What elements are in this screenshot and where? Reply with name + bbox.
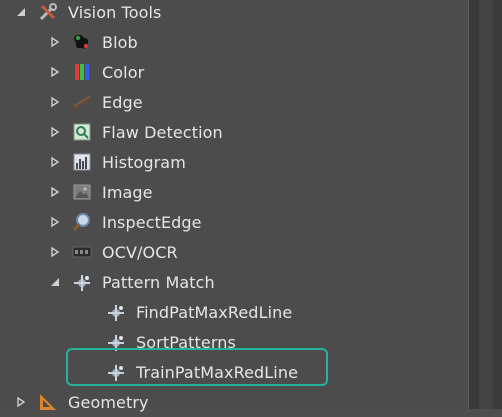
- tree-item-label: Color: [102, 62, 145, 82]
- tree-item-edge[interactable]: Edge: [48, 87, 143, 117]
- color-bars-icon: [72, 62, 92, 82]
- blob-icon: [72, 32, 92, 52]
- histogram-icon: [72, 152, 92, 172]
- tree-item-blob[interactable]: Blob: [48, 27, 138, 57]
- pattern-match-icon: [106, 302, 126, 322]
- tree-item-label: FindPatMaxRedLine: [136, 302, 293, 322]
- collapsed-arrow-icon[interactable]: [48, 65, 62, 79]
- collapsed-arrow-icon[interactable]: [48, 185, 62, 199]
- tree-item-find-patmax-redline[interactable]: FindPatMaxRedLine: [106, 297, 292, 327]
- tree-item-pattern-match[interactable]: Pattern Match: [48, 267, 215, 297]
- edge-icon: [72, 92, 92, 112]
- tree-item-label: TrainPatMaxRedLine: [136, 362, 299, 382]
- tree-item-color[interactable]: Color: [48, 57, 144, 87]
- pattern-match-icon: [106, 362, 126, 382]
- tree-item-label: Vision Tools: [68, 2, 162, 22]
- tree-item-label: Edge: [102, 92, 143, 112]
- tree-item-label: Image: [102, 182, 153, 202]
- magnifier-icon: [72, 212, 92, 232]
- tree-item-train-patmax-redline[interactable]: TrainPatMaxRedLine: [106, 357, 298, 387]
- geometry-icon: [38, 392, 58, 412]
- tools-tree-panel: Vision Tools Blob Color Edge Flaw Detect…: [0, 0, 468, 412]
- tree-item-histogram[interactable]: Histogram: [48, 147, 186, 177]
- tree-item-vision-tools[interactable]: Vision Tools: [14, 0, 161, 27]
- tree-item-geometry[interactable]: Geometry: [14, 387, 149, 417]
- tree-item-flaw-detection[interactable]: Flaw Detection: [48, 117, 223, 147]
- expanded-arrow-icon[interactable]: [14, 5, 28, 19]
- collapsed-arrow-icon[interactable]: [48, 245, 62, 259]
- collapsed-arrow-icon[interactable]: [48, 125, 62, 139]
- tree-item-label: Flaw Detection: [102, 122, 223, 142]
- image-icon: [72, 182, 92, 202]
- vertical-scrollbar[interactable]: [468, 0, 502, 409]
- tree-item-label: Pattern Match: [102, 272, 215, 292]
- tree-item-label: Blob: [102, 32, 138, 52]
- collapsed-arrow-icon[interactable]: [48, 155, 62, 169]
- collapsed-arrow-icon[interactable]: [48, 35, 62, 49]
- pattern-match-icon: [72, 272, 92, 292]
- collapsed-arrow-icon[interactable]: [48, 215, 62, 229]
- tree-item-inspect-edge[interactable]: InspectEdge: [48, 207, 202, 237]
- tools-icon: [38, 2, 58, 22]
- tree-item-label: Histogram: [102, 152, 186, 172]
- tree-item-ocv-ocr[interactable]: OCV/OCR: [48, 237, 178, 267]
- ocr-icon: [72, 242, 92, 262]
- collapsed-arrow-icon[interactable]: [14, 395, 28, 409]
- flaw-detection-icon: [72, 122, 92, 142]
- expanded-arrow-icon[interactable]: [48, 275, 62, 289]
- tree-item-label: OCV/OCR: [102, 242, 178, 262]
- collapsed-arrow-icon[interactable]: [48, 95, 62, 109]
- tree-item-label: InspectEdge: [102, 212, 202, 232]
- scrollbar-gutter[interactable]: [479, 0, 493, 409]
- tree-item-image[interactable]: Image: [48, 177, 153, 207]
